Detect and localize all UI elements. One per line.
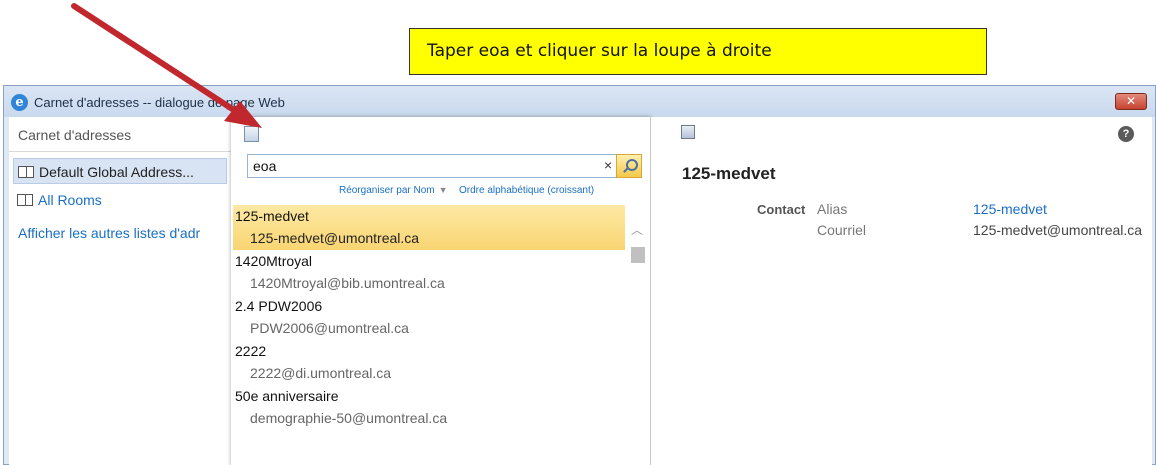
contact-name: 125-medvet: [682, 164, 776, 183]
ie-icon: e: [11, 94, 28, 111]
address-book-icon: [18, 166, 34, 178]
alias-label: Alias: [817, 201, 848, 217]
results-list: 125-medvet 125-medvet@umontreal.ca 1420M…: [233, 205, 625, 465]
email-label: Courriel: [817, 222, 867, 238]
search-box: ×: [247, 154, 642, 178]
address-list-icon[interactable]: [244, 126, 259, 142]
list-item[interactable]: 1420Mtroyal 1420Mtroyal@bib.umontreal.ca: [233, 250, 625, 295]
result-email: 2222@di.umontreal.ca: [250, 365, 392, 381]
list-item[interactable]: 2222 2222@di.umontreal.ca: [233, 340, 625, 385]
search-input[interactable]: [253, 157, 583, 175]
list-item[interactable]: 2.4 PDW2006 PDW2006@umontreal.ca: [233, 295, 625, 340]
print-icon[interactable]: [681, 125, 695, 139]
title-bar: e Carnet d'adresses -- dialogue de page …: [4, 86, 1155, 117]
scroll-up-icon[interactable]: ︿: [631, 221, 643, 238]
search-magnifier-button[interactable]: [616, 154, 642, 178]
close-button[interactable]: ✕: [1115, 93, 1147, 110]
scroll-thumb[interactable]: [631, 247, 645, 263]
sort-order-button[interactable]: Ordre alphabétique (croissant): [459, 185, 594, 196]
sidebar-item-global-address-list[interactable]: Default Global Address...: [13, 158, 227, 184]
chevron-down-icon: ▼: [438, 185, 448, 195]
pane-header: Carnet d'adresses: [18, 127, 132, 143]
contact-details-pane: ? 125-medvet Contact Alias Courriel 125-…: [651, 117, 1152, 465]
window-title: Carnet d'adresses -- dialogue de page We…: [34, 95, 285, 110]
contact-section-label: Contact: [757, 202, 806, 217]
search-results-pane: × Réorganiser par Nom▼ Ordre alphabétiqu…: [231, 117, 651, 465]
sidebar-item-all-rooms[interactable]: All Rooms: [13, 187, 227, 213]
sidebar-item-label: Default Global Address...: [39, 164, 194, 180]
dialog-content: Carnet d'adresses Default Global Address…: [9, 117, 1152, 465]
address-book-icon: [17, 194, 33, 206]
result-email: PDW2006@umontreal.ca: [250, 320, 409, 336]
clear-search-icon[interactable]: ×: [604, 157, 612, 173]
sort-by-label: Réorganiser par Nom: [339, 185, 435, 196]
address-lists-pane: Carnet d'adresses Default Global Address…: [9, 117, 231, 465]
other-lists-link[interactable]: Afficher les autres listes d'adr: [18, 225, 230, 241]
result-email: 125-medvet@umontreal.ca: [250, 230, 420, 246]
result-name: 50e anniversaire: [235, 388, 339, 404]
sidebar-item-label: All Rooms: [38, 192, 102, 208]
help-icon[interactable]: ?: [1118, 126, 1134, 142]
list-item[interactable]: 50e anniversaire demographie-50@umontrea…: [233, 385, 625, 430]
result-email: 1420Mtroyal@bib.umontreal.ca: [250, 275, 445, 291]
alias-value[interactable]: 125-medvet: [973, 201, 1047, 217]
annotation-callout: Taper eoa et cliquer sur la loupe à droi…: [409, 28, 987, 75]
email-value: 125-medvet@umontreal.ca: [973, 222, 1143, 238]
results-scrollbar[interactable]: ︿: [629, 221, 645, 465]
result-name: 2222: [235, 343, 267, 359]
sort-by-button[interactable]: Réorganiser par Nom ▼: [339, 185, 448, 196]
list-item[interactable]: 125-medvet 125-medvet@umontreal.ca: [233, 205, 625, 250]
dialog-window: e Carnet d'adresses -- dialogue de page …: [3, 85, 1156, 465]
result-email: demographie-50@umontreal.ca: [250, 410, 448, 426]
result-name: 1420Mtroyal: [235, 253, 313, 269]
result-name: 125-medvet: [235, 208, 309, 224]
result-name: 2.4 PDW2006: [235, 298, 323, 314]
divider: [9, 151, 231, 152]
